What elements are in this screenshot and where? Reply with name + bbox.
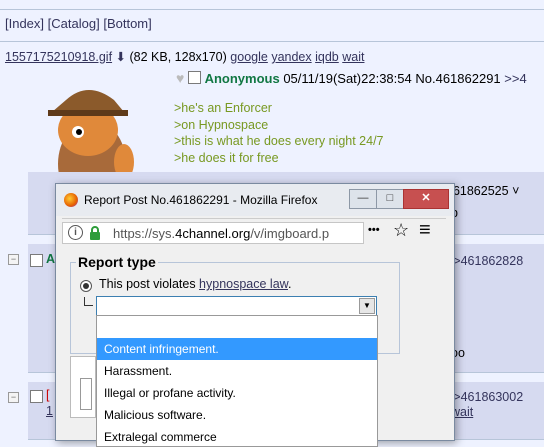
post-number[interactable]: No.461862291 <box>415 71 500 86</box>
tree-connector <box>84 297 93 306</box>
report-window: Report Post No.461862291 - Mozilla Firef… <box>55 183 455 447</box>
reply-backlink[interactable]: >>461862828 <box>446 254 523 268</box>
url-text: https://sys.4channel.org/v/imgboard.p <box>113 226 330 241</box>
hide-post-icon[interactable]: − <box>8 254 19 265</box>
poster-name: Anonymous <box>204 71 280 86</box>
post-checkbox[interactable] <box>187 71 201 84</box>
address-bar: i https://sys.4channel.org/v/imgboard.p … <box>62 218 446 244</box>
file-meta: (82 KB, 128x170) <box>129 50 227 64</box>
post-backlinks[interactable]: >>4 <box>504 71 526 86</box>
chevron-down-icon[interactable]: ˅ <box>512 184 519 198</box>
captcha-checkbox[interactable] <box>80 378 92 410</box>
yandex-link[interactable]: yandex <box>271 50 311 64</box>
reply-number[interactable]: 461862525 ˅ <box>446 184 519 198</box>
iqdb-link[interactable]: iqdb <box>315 50 339 64</box>
hide-post-icon[interactable]: − <box>8 392 19 403</box>
greentext-line: >he's an Enforcer <box>174 101 272 115</box>
maximize-button[interactable]: □ <box>376 189 404 209</box>
close-button[interactable]: ✕ <box>403 189 449 209</box>
lock-icon[interactable] <box>89 226 101 240</box>
reply-name: A <box>46 252 56 266</box>
dropdown-option[interactable] <box>97 316 377 338</box>
board-nav: [Index] [Catalog] [Bottom] <box>5 16 152 31</box>
star-icon[interactable]: ☆ <box>393 220 409 241</box>
post-datetime: 05/11/19(Sat)22:38:54 <box>283 71 412 86</box>
file-link[interactable]: 1557175210918.gif <box>5 50 112 64</box>
dropdown-option[interactable]: Malicious software. <box>97 404 377 426</box>
reply-file-link[interactable]: 1 <box>46 404 53 418</box>
top-divider <box>0 9 544 10</box>
reply-backlink[interactable]: >>461863002 <box>446 390 523 404</box>
wait-link[interactable]: wait <box>342 50 364 64</box>
bottom-link[interactable]: [Bottom] <box>103 16 151 31</box>
index-link[interactable]: [Index] <box>5 16 44 31</box>
divider <box>0 41 544 42</box>
firefox-icon <box>64 193 78 207</box>
greentext-line: >he does it for free <box>174 150 279 165</box>
heart-icon[interactable]: ♥ <box>176 70 184 86</box>
violates-label: This post violates hypnospace law. <box>99 277 292 291</box>
post-info: ♥ Anonymous 05/11/19(Sat)22:38:54 No.461… <box>176 70 527 86</box>
report-category-select[interactable]: ▼ <box>96 296 377 316</box>
dropdown-option[interactable]: Harassment. <box>97 360 377 382</box>
report-type-legend: Report type <box>76 254 158 270</box>
dropdown-option[interactable]: Extralegal commerce <box>97 426 377 446</box>
window-titlebar[interactable]: Report Post No.461862291 - Mozilla Firef… <box>56 184 454 216</box>
catalog-link[interactable]: [Catalog] <box>48 16 100 31</box>
violates-radio[interactable] <box>80 280 92 292</box>
greentext-line: >on Hypnospace <box>174 117 269 132</box>
reply-fragment: [ <box>46 388 50 402</box>
hypnospace-law-link[interactable]: hypnospace law <box>199 277 288 291</box>
reply-checkbox[interactable] <box>30 254 43 267</box>
dropdown-option[interactable]: Illegal or profane activity. <box>97 382 377 404</box>
greentext-line: >this is what he does every night 24/7 <box>174 134 384 148</box>
more-icon[interactable]: ••• <box>368 224 380 236</box>
category-dropdown: Content infringement. Harassment. Illega… <box>96 315 378 447</box>
file-info: 1557175210918.gif ⬇ (82 KB, 128x170) goo… <box>5 49 364 64</box>
post-body: >he's an Enforcer >on Hypnospace >this i… <box>174 100 384 166</box>
download-icon[interactable]: ⬇ <box>116 50 126 64</box>
menu-icon[interactable]: ≡ <box>419 219 431 242</box>
chevron-down-icon[interactable]: ▼ <box>359 298 375 314</box>
minimize-button[interactable]: — <box>349 189 377 209</box>
google-link[interactable]: google <box>230 50 268 64</box>
url-field[interactable]: i https://sys.4channel.org/v/imgboard.p <box>62 222 364 244</box>
info-icon[interactable]: i <box>68 225 83 240</box>
dropdown-option-selected[interactable]: Content infringement. <box>97 338 377 360</box>
window-title: Report Post No.461862291 - Mozilla Firef… <box>84 193 318 207</box>
reply-checkbox[interactable] <box>30 390 43 403</box>
